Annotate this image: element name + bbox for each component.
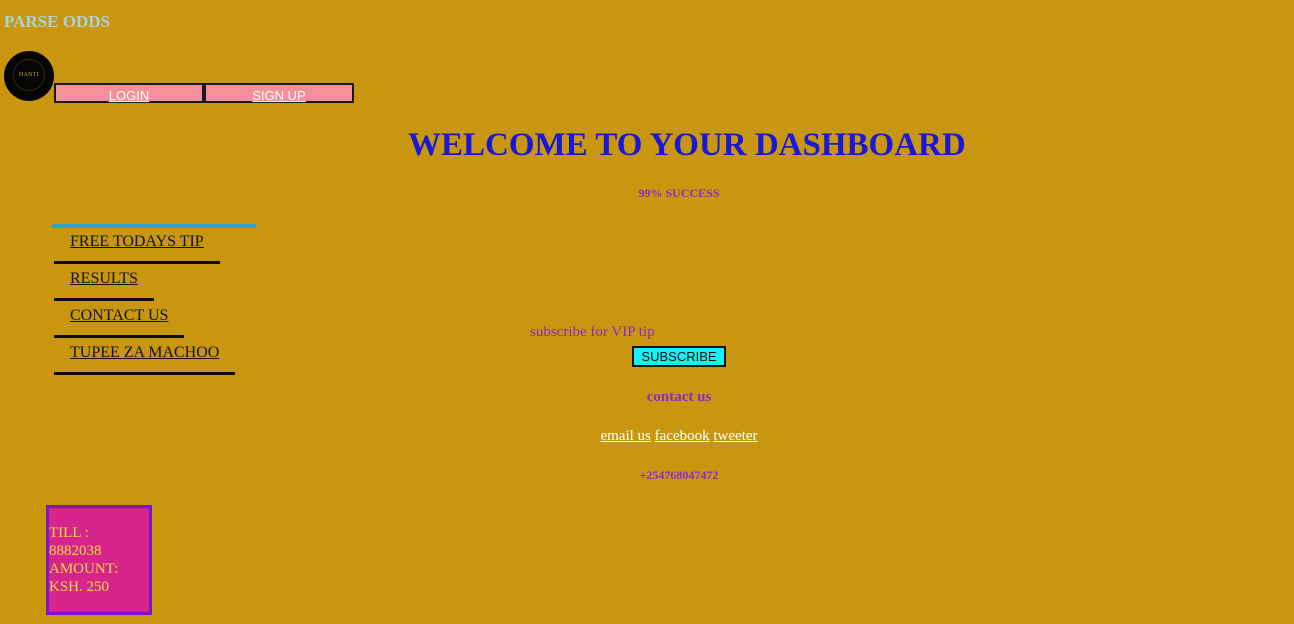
nav-item-free-todays-tip[interactable]: FREE TODAYS TIP (54, 227, 220, 264)
contact-heading: contact us (646, 389, 712, 405)
success-tagline: 99% SUCCESS (638, 186, 720, 200)
till-number: 8882038 (49, 543, 102, 559)
nav-item-results[interactable]: RESULTS (54, 264, 154, 301)
tweeter-link[interactable]: tweeter (713, 428, 757, 444)
site-logo: HANTI (4, 51, 54, 101)
signup-button[interactable]: SIGN UP (204, 83, 354, 103)
site-title: PARSE ODDS (4, 12, 110, 31)
amount-value: KSH. 250 (49, 579, 110, 595)
contact-links: email us facebook tweeter (0, 428, 1294, 445)
email-link[interactable]: email us (600, 428, 650, 444)
facebook-link[interactable]: facebook (655, 428, 710, 444)
till-label: TILL : (49, 525, 89, 541)
payment-info-box: TILL : 8882038 AMOUNT: KSH. 250 (46, 505, 152, 615)
nav-item-contact-us[interactable]: CONTACT US (54, 301, 184, 338)
amount-label: AMOUNT: (49, 561, 119, 577)
logo-text: HANTI (18, 72, 40, 78)
dashboard-headline: WELCOME TO YOUR DASHBOARD (408, 127, 966, 163)
login-button[interactable]: LOGIN (54, 83, 204, 103)
subscribe-button[interactable]: SUBSCRIBE (632, 346, 726, 367)
phone-number: +254768047472 (639, 468, 719, 482)
vip-subscribe-text: subscribe for VIP tip (530, 324, 655, 340)
nav-item-tupee-za-machoo[interactable]: TUPEE ZA MACHOO (54, 338, 235, 375)
